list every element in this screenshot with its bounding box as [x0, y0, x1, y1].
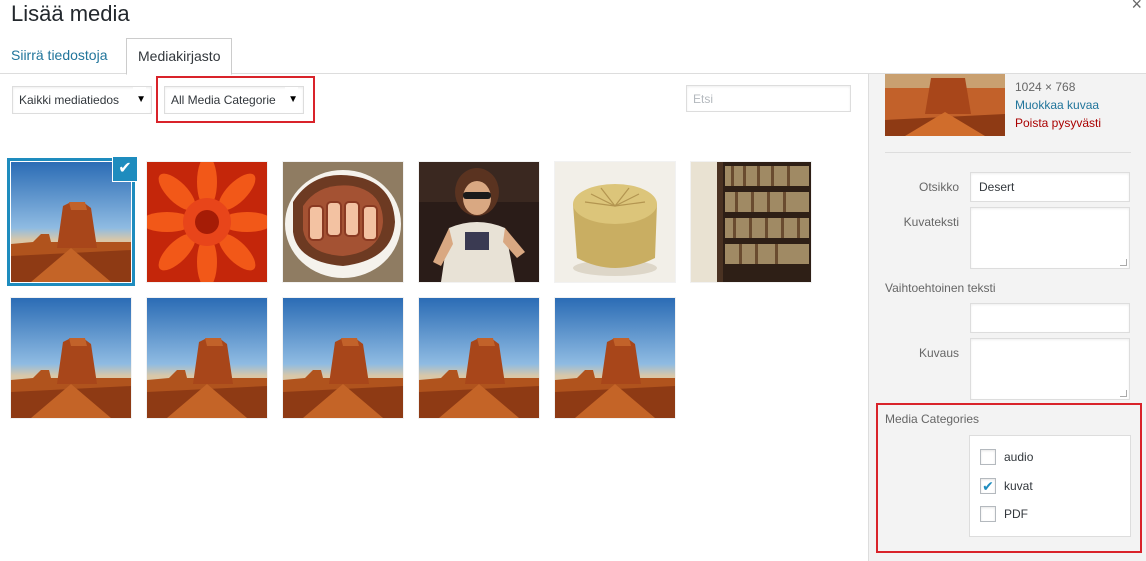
description-field[interactable] — [970, 338, 1130, 400]
media-router-tabs: Siirrä tiedostoja Mediakirjasto — [0, 38, 1146, 75]
selected-check-icon[interactable]: ✔ — [112, 156, 138, 182]
alt-text-label: Vaihtoehtoinen teksti — [885, 281, 996, 295]
search-input[interactable] — [686, 85, 851, 112]
resize-grip-icon[interactable] — [1120, 390, 1127, 397]
dropdown-arrow-icon: ▼ — [285, 87, 298, 113]
spam-pizza-image — [283, 162, 403, 282]
attachments-toolbar: Kaikki mediatiedos ▼ All Media Categorie… — [0, 75, 866, 135]
attachment-thumbnail[interactable] — [691, 162, 811, 282]
caption-field[interactable] — [970, 207, 1130, 269]
selected-thumbnail — [885, 74, 1005, 136]
attachment-thumbnail[interactable] — [419, 162, 539, 282]
description-label: Kuvaus — [918, 346, 959, 360]
desert-butte-image — [885, 74, 1005, 136]
checkbox[interactable] — [980, 506, 996, 522]
attachment-thumbnail[interactable] — [419, 298, 539, 418]
attachment-thumbnail[interactable] — [555, 162, 675, 282]
attachment-thumbnail[interactable] — [283, 162, 403, 282]
attachment-thumbnail[interactable] — [11, 298, 131, 418]
media-type-filter-value: Kaikki mediatiedos — [19, 93, 120, 107]
resize-grip-icon[interactable] — [1120, 259, 1127, 266]
checkbox[interactable] — [980, 449, 996, 465]
desert-butte-image — [11, 298, 131, 418]
divider — [885, 152, 1131, 153]
woman-sunglasses-image — [419, 162, 539, 282]
image-dimensions: 1024 × 768 — [1015, 80, 1076, 94]
delete-permanently-link[interactable]: Poista pysyvästi — [1015, 114, 1101, 132]
orange-flower-image — [147, 162, 267, 282]
checkmark-icon: ✔ — [982, 478, 994, 494]
caption-label: Kuvateksti — [903, 215, 959, 229]
desert-butte-image — [283, 298, 403, 418]
title-field[interactable]: Desert — [970, 172, 1130, 202]
media-category-filter-value: All Media Categorie — [171, 93, 276, 107]
checkbox-checked[interactable]: ✔ — [980, 478, 996, 494]
media-type-filter-select[interactable]: Kaikki mediatiedos ▼ — [12, 86, 152, 114]
title-label: Otsikko — [918, 180, 959, 194]
tab-media-library[interactable]: Mediakirjasto — [126, 38, 233, 75]
desert-butte-image — [555, 298, 675, 418]
media-categories-list: audio ✔ kuvat PDF — [969, 435, 1131, 537]
attachment-thumbnail[interactable] — [555, 298, 675, 418]
wooden-object-image — [555, 162, 675, 282]
alt-text-field[interactable] — [970, 303, 1130, 333]
attachment-thumbnail[interactable] — [147, 162, 267, 282]
attachment-thumbnail[interactable] — [147, 298, 267, 418]
media-categories-label: Media Categories — [885, 412, 980, 426]
media-category-filter-select[interactable]: All Media Categorie ▼ — [164, 86, 304, 114]
modal-title: Lisää media — [11, 1, 130, 26]
edit-image-link[interactable]: Muokkaa kuvaa — [1015, 96, 1099, 114]
desert-butte-image — [419, 298, 539, 418]
tab-upload-files[interactable]: Siirrä tiedostoja — [0, 38, 119, 74]
category-label: kuvat — [1004, 479, 1033, 493]
dropdown-arrow-icon: ▼ — [133, 87, 146, 113]
close-icon[interactable]: × — [1131, 0, 1142, 15]
add-media-modal: Lisää media × Siirrä tiedostoja Mediakir… — [0, 0, 1146, 561]
attachment-thumbnail[interactable] — [283, 298, 403, 418]
desert-butte-image — [147, 298, 267, 418]
category-label: PDF — [1004, 507, 1028, 521]
bookshelf-image — [691, 162, 811, 282]
category-label: audio — [1004, 450, 1034, 464]
